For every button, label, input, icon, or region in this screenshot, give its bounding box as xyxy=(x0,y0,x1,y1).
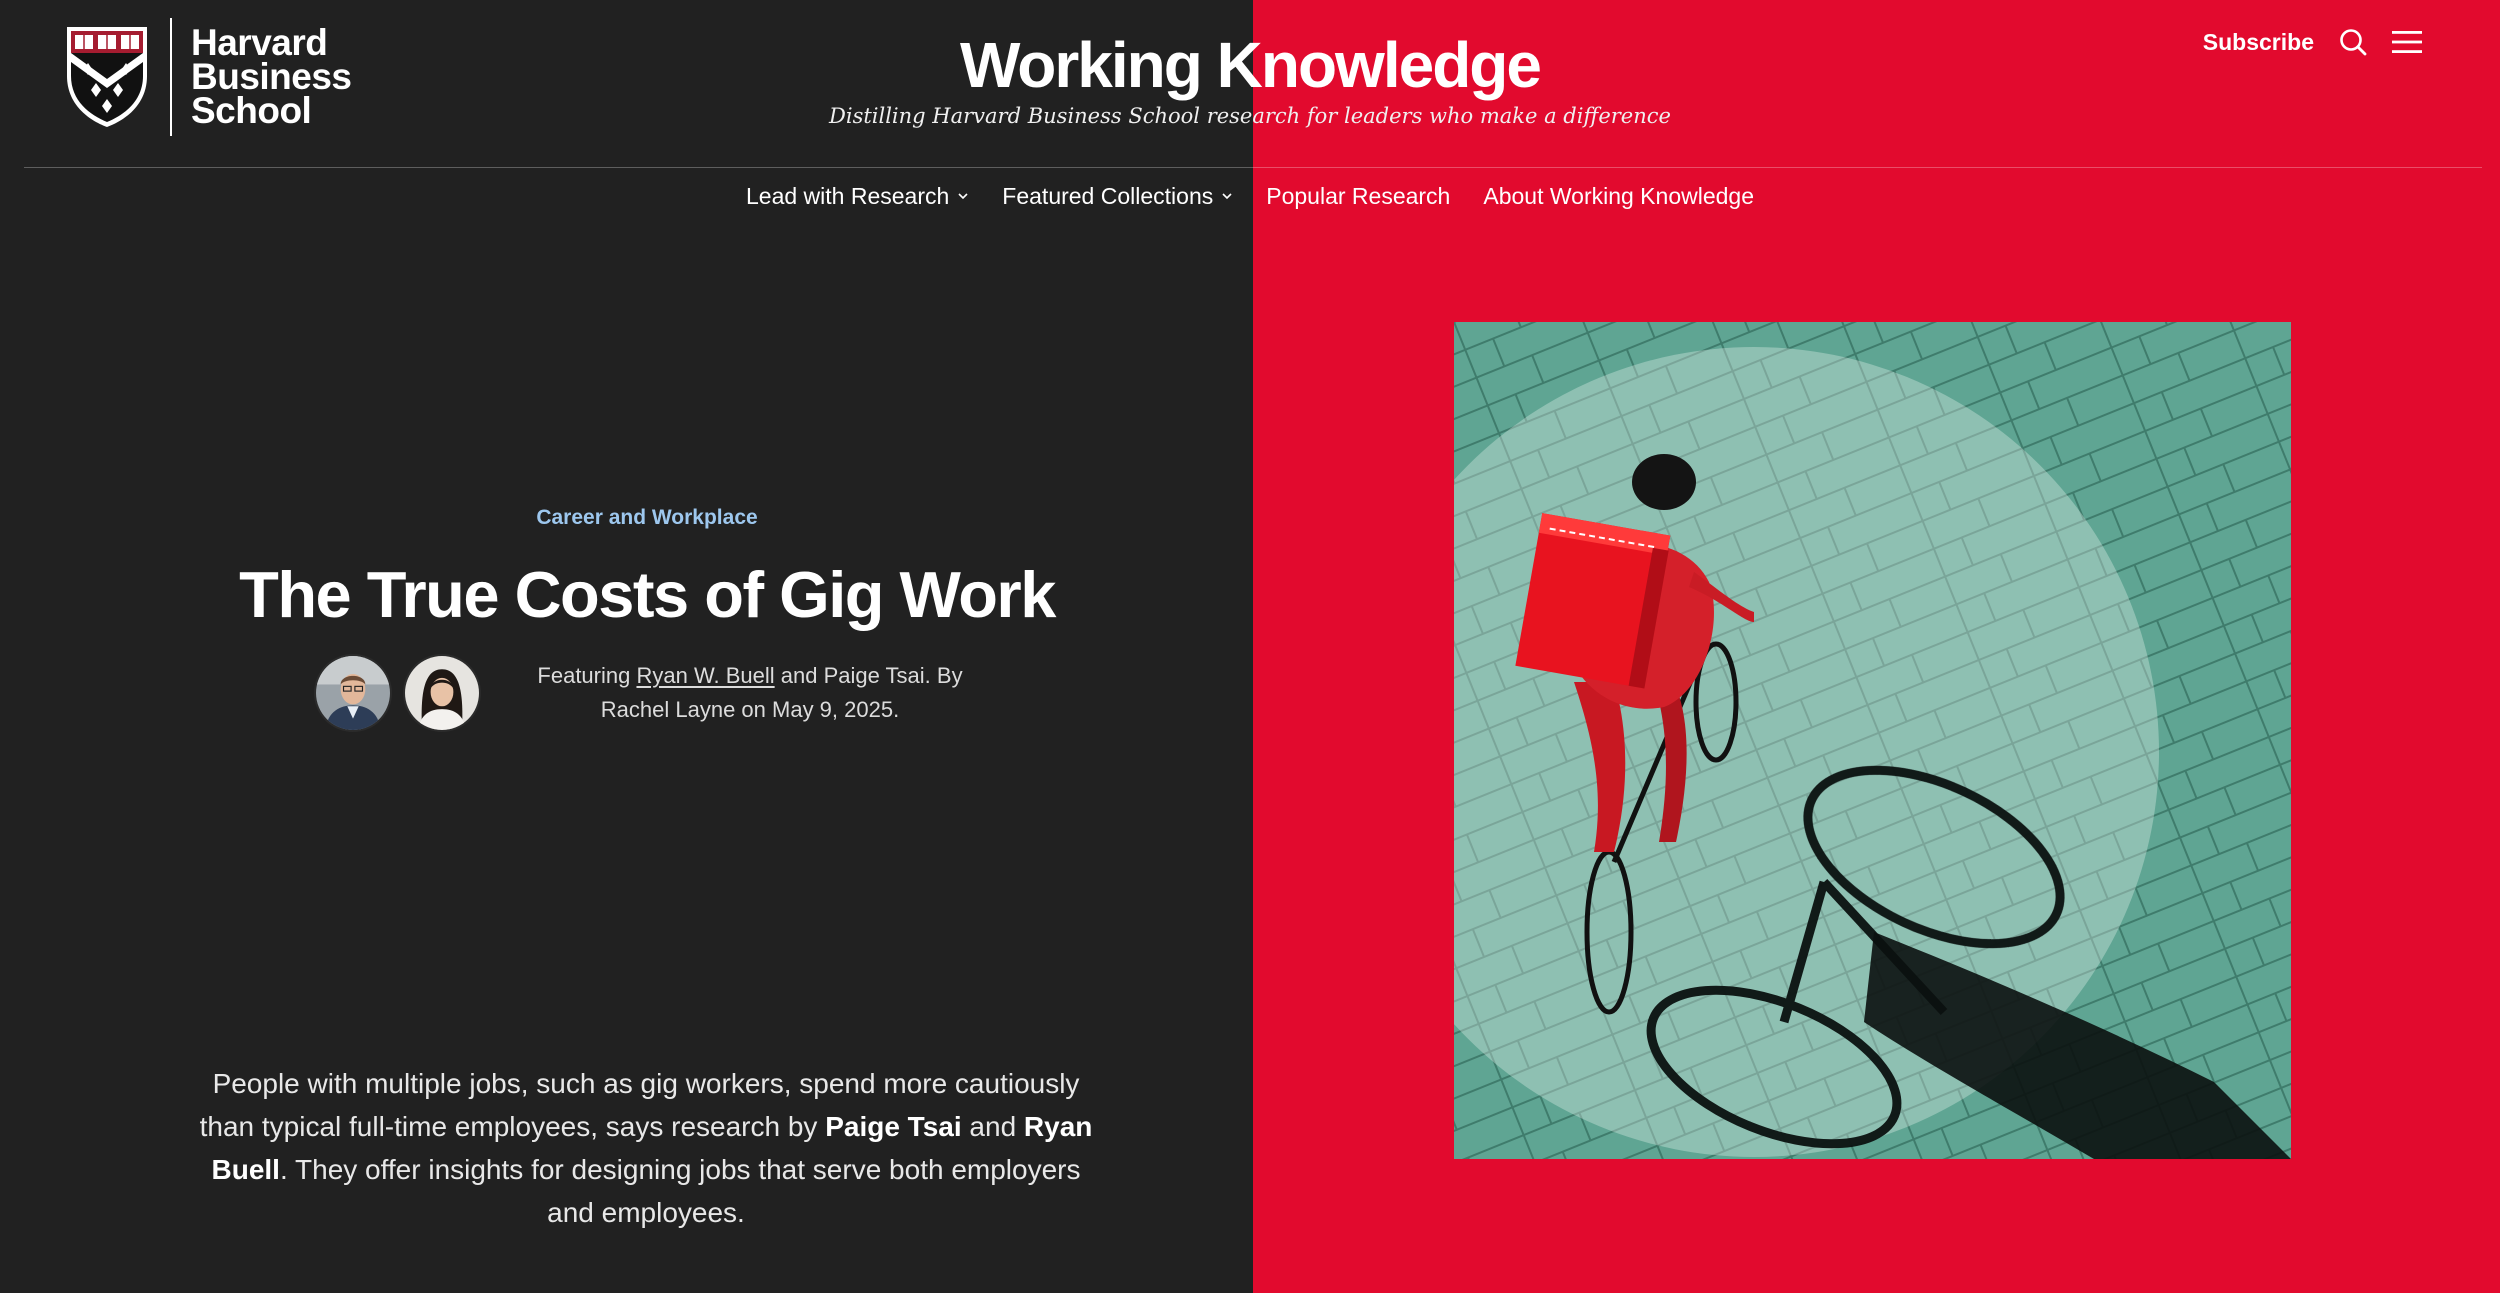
search-icon[interactable] xyxy=(2338,27,2368,57)
site-tagline: Distilling Harvard Business School resea… xyxy=(829,104,1671,128)
main-navigation: Lead with Research Featured Collections … xyxy=(0,180,2500,212)
summary-part-3: . They offer insights for designing jobs… xyxy=(279,1154,1081,1228)
chevron-down-icon xyxy=(1222,193,1232,200)
nav-item-popular-research[interactable]: Popular Research xyxy=(1266,180,1450,212)
byline-prefix: Featuring xyxy=(537,663,637,688)
chevron-down-icon xyxy=(958,193,968,200)
summary-author-1: Paige Tsai xyxy=(825,1111,962,1142)
nav-item-featured-collections[interactable]: Featured Collections xyxy=(1002,180,1233,212)
byline-text: Featuring Ryan W. Buell and Paige Tsai. … xyxy=(525,659,975,727)
article-summary: People with multiple jobs, such as gig w… xyxy=(196,1062,1096,1234)
author-link-ryan-buell[interactable]: Ryan W. Buell xyxy=(636,663,774,688)
article-title: The True Costs of Gig Work xyxy=(239,558,1056,631)
nav-item-label: Featured Collections xyxy=(1002,183,1214,209)
article-byline: Featuring Ryan W. Buell and Paige Tsai. … xyxy=(314,654,975,732)
nav-item-label: Lead with Research xyxy=(746,183,950,209)
summary-part-2: and xyxy=(961,1111,1024,1142)
nav-item-about-working-knowledge[interactable]: About Working Knowledge xyxy=(1483,180,1754,212)
nav-item-label: Popular Research xyxy=(1266,183,1451,209)
header-divider xyxy=(24,167,2482,168)
nav-item-lead-with-research[interactable]: Lead with Research xyxy=(746,180,969,212)
header-actions: Subscribe xyxy=(2203,24,2422,60)
author-avatar-ryan-buell[interactable] xyxy=(314,654,392,732)
article-category-link[interactable]: Career and Workplace xyxy=(0,506,1294,530)
subscribe-link[interactable]: Subscribe xyxy=(2203,29,2314,56)
site-title[interactable]: Working Knowledge xyxy=(0,22,2500,108)
hero-image xyxy=(1454,322,2291,1159)
menu-icon[interactable] xyxy=(2392,27,2422,57)
nav-item-label: About Working Knowledge xyxy=(1483,183,1754,209)
author-avatar-paige-tsai[interactable] xyxy=(403,654,481,732)
gig-cyclist-illustration xyxy=(1454,322,2291,1159)
